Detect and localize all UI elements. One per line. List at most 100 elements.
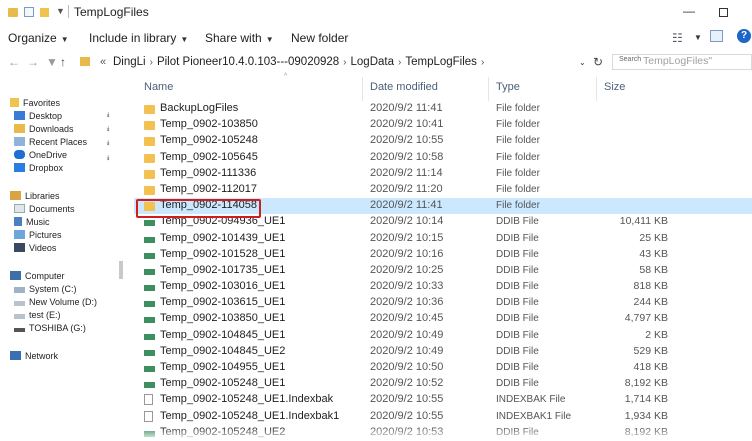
file-name: Temp_0902-111336: [160, 166, 257, 179]
file-row[interactable]: Temp_0902-112017 2020/9/2 11:20 File folde…: [134, 182, 752, 198]
file-row[interactable]: Temp_0902-101735_UE1 2020/9/2 10:25 DDIB F…: [134, 263, 752, 279]
folder-icon: [144, 137, 155, 147]
file-name: Temp_0902-105248_UE1.Indexbak1: [160, 409, 340, 422]
nav-toshiba-drive[interactable]: TOSHIBA (G:): [14, 323, 86, 333]
nav-scrollbar-thumb[interactable]: [119, 261, 123, 279]
file-type: DDIB File: [496, 362, 539, 373]
nav-network[interactable]: Network: [10, 351, 58, 361]
breadcrumb-dingli[interactable]: DingLi: [113, 56, 146, 68]
file-date: 2020/9/2 10:14: [370, 215, 444, 228]
folder-icon[interactable]: [8, 8, 18, 17]
maximize-button[interactable]: [719, 8, 728, 17]
preview-pane-icon[interactable]: [710, 30, 723, 42]
file-row[interactable]: Temp_0902-101439_UE1 2020/9/2 10:15 DDIB F…: [134, 231, 752, 247]
properties-icon[interactable]: [24, 7, 34, 17]
column-divider[interactable]: [488, 77, 489, 101]
nav-label: OneDrive: [29, 150, 68, 160]
address-bar[interactable]: « DingLi › Pilot Pioneer10.4.0.103---09020…: [78, 53, 576, 72]
file-row[interactable]: Temp_0902-103016_UE1 2020/9/2 10:33 DDIB F…: [134, 279, 752, 295]
file-row[interactable]: Temp_0902-103850_UE1 2020/9/2 10:45 DDIB F…: [134, 311, 752, 327]
folder-icon: [144, 105, 155, 114]
minimize-button[interactable]: —: [683, 4, 695, 18]
nav-documents[interactable]: Documents: [14, 204, 75, 214]
address-dropdown-icon[interactable]: ⌄: [579, 58, 586, 67]
recent-locations-dropdown[interactable]: ▼: [46, 55, 58, 69]
file-row[interactable]: Temp_0902-105248_UE1 2020/9/2 10:52 DDIB F…: [134, 376, 752, 392]
nav-music[interactable]: Music: [14, 217, 50, 227]
file-date: 2020/9/2 10:55: [370, 134, 444, 147]
breadcrumb-separator[interactable]: ›: [481, 57, 484, 68]
nav-dropbox[interactable]: Dropbox: [14, 163, 63, 173]
back-button[interactable]: ←: [8, 55, 20, 69]
file-row[interactable]: Temp_0902-105248 2020/9/2 10:55 File folde…: [134, 133, 752, 149]
column-header-name[interactable]: Name: [144, 81, 173, 93]
file-row[interactable]: Temp_0902-101528_UE1 2020/9/2 10:16 DDIB F…: [134, 247, 752, 263]
nav-videos[interactable]: Videos: [14, 243, 56, 253]
videos-icon: [14, 243, 25, 252]
customize-toolbar-dropdown[interactable]: ▼: [56, 6, 65, 18]
file-row[interactable]: Temp_0902-104845_UE1 2020/9/2 10:49 DDIB F…: [134, 328, 752, 344]
search-box[interactable]: Search TempLogFiles": [612, 54, 752, 70]
nav-label: Downloads: [29, 124, 74, 134]
breadcrumb-templogfiles[interactable]: TempLogFiles: [405, 56, 477, 68]
breadcrumb-logdata[interactable]: LogData: [351, 56, 394, 68]
breadcrumb-separator[interactable]: ›: [150, 57, 153, 68]
help-icon[interactable]: ?: [737, 29, 751, 43]
file-row[interactable]: Temp_0902-104955_UE1 2020/9/2 10:50 DDIB F…: [134, 360, 752, 376]
file-size: 1,714 KB: [624, 393, 668, 406]
pin-icon: ⯯: [106, 112, 111, 119]
nav-label: Desktop: [29, 111, 63, 121]
file-row[interactable]: Temp_0902-111336 2020/9/2 11:14 File folde…: [134, 166, 752, 182]
nav-desktop[interactable]: Desktop: [14, 111, 62, 121]
up-button[interactable]: ↑: [60, 55, 66, 69]
overflow-chevron[interactable]: «: [100, 56, 106, 68]
nav-downloads[interactable]: Downloads: [14, 124, 74, 134]
window-title: TempLogFiles: [74, 5, 149, 19]
nav-onedrive[interactable]: OneDrive: [14, 150, 67, 160]
file-row[interactable]: Temp_0902-105248_UE1.Indexbak1 2020/9/2 1…: [134, 409, 752, 425]
file-name: Temp_0902-101528_UE1: [160, 247, 286, 260]
file-size: 25 KB: [639, 231, 668, 244]
star-icon: [10, 98, 19, 107]
breadcrumb-pilot-pioneer[interactable]: Pilot Pioneer10.4.0.103---09020928: [157, 56, 339, 68]
nav-libraries[interactable]: Libraries: [10, 191, 60, 201]
column-header-date[interactable]: Date modified: [370, 81, 438, 93]
nav-computer[interactable]: Computer: [10, 271, 65, 281]
share-with-button[interactable]: Share with ▼: [205, 31, 274, 45]
new-folder-icon[interactable]: [40, 8, 49, 17]
file-row[interactable]: Temp_0902-104845_UE2 2020/9/2 10:49 DDIB F…: [134, 344, 752, 360]
nav-label: Computer: [25, 271, 65, 281]
nav-new-volume[interactable]: New Volume (D:): [14, 297, 97, 307]
nav-system-drive[interactable]: System (C:): [14, 284, 77, 294]
view-dropdown-icon[interactable]: ▼: [694, 33, 702, 42]
breadcrumb-separator[interactable]: ›: [343, 57, 346, 68]
file-date: 2020/9/2 10:49: [370, 328, 444, 341]
file-row[interactable]: Temp_0902-105248_UE1.Indexbak 2020/9/2 10…: [134, 392, 752, 408]
column-divider[interactable]: [596, 77, 597, 101]
ddib-file-icon: [144, 366, 155, 372]
forward-button[interactable]: →: [27, 55, 39, 69]
include-label: Include in library: [89, 31, 177, 45]
refresh-icon[interactable]: ↻: [593, 55, 603, 69]
file-row[interactable]: Temp_0902-103615_UE1 2020/9/2 10:36 DDIB F…: [134, 295, 752, 311]
ddib-file-icon: [144, 317, 155, 324]
file-row[interactable]: BackupLogFiles 2020/9/2 11:41 File folder: [134, 101, 752, 117]
column-header-type[interactable]: Type: [496, 81, 520, 93]
ddib-file-icon: [144, 236, 155, 243]
file-row[interactable]: Temp_0902-103850 2020/9/2 10:41 File folde…: [134, 117, 752, 133]
file-type: DDIB File: [496, 232, 539, 244]
new-folder-button[interactable]: New folder: [291, 31, 348, 45]
include-in-library-button[interactable]: Include in library ▼: [89, 31, 188, 45]
nav-recent-places[interactable]: Recent Places: [14, 137, 87, 147]
column-header-size[interactable]: Size: [604, 81, 625, 93]
nav-favorites[interactable]: Favorites: [10, 98, 60, 108]
file-name: Temp_0902-103850_UE1: [160, 312, 286, 325]
breadcrumb-separator[interactable]: ›: [398, 57, 401, 68]
organize-button[interactable]: Organize ▼: [8, 31, 69, 45]
file-date: 2020/9/2 11:41: [370, 199, 443, 212]
file-row[interactable]: Temp_0902-105645 2020/9/2 10:58 File folde…: [134, 150, 752, 166]
column-divider[interactable]: [362, 77, 363, 101]
nav-test-drive[interactable]: test (E:): [14, 310, 61, 320]
view-options-icon[interactable]: ☷: [672, 31, 683, 45]
nav-pictures[interactable]: Pictures: [14, 230, 62, 240]
